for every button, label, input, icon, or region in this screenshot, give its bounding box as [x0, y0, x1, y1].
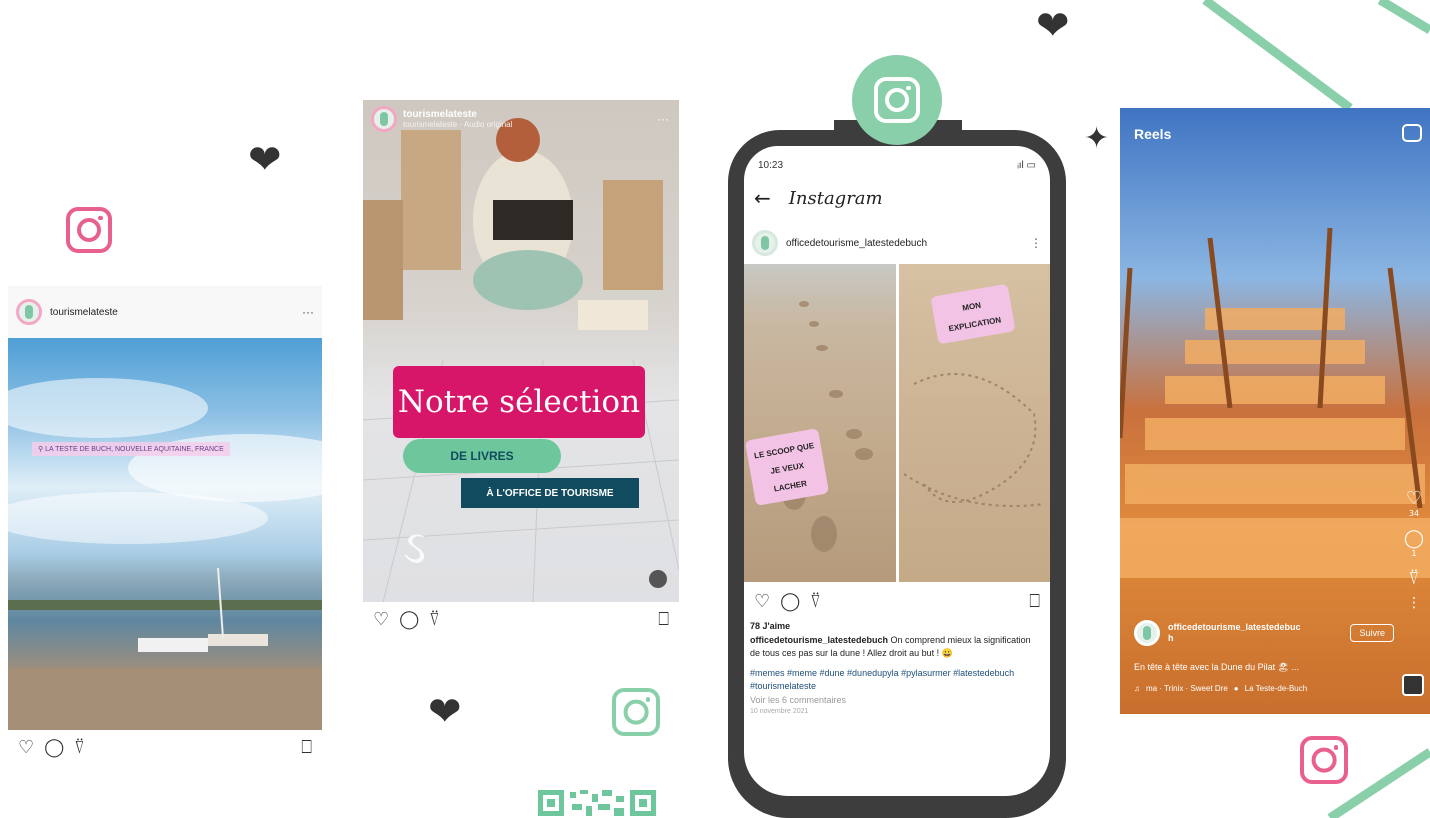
- volume-icon[interactable]: [649, 570, 667, 588]
- instagram-post-card: tourismelateste ··· ⚲ LA TESTE DE BUCH, …: [8, 286, 322, 764]
- like-icon[interactable]: ♡: [1402, 488, 1426, 509]
- location-pin-icon: ●: [1233, 684, 1239, 693]
- story-photo: tourismelateste tourismelateste · Audio …: [363, 100, 679, 602]
- heart-icon: ❤: [428, 689, 462, 735]
- app-bar: ← Instagram: [754, 186, 883, 210]
- avatar[interactable]: [752, 230, 778, 256]
- story-subtitle: tourismelateste · Audio original: [403, 120, 513, 129]
- phone-post-username[interactable]: officedetourisme_latestedebuch: [786, 238, 927, 249]
- reel-side-actions: ♡ 34 ◯ 1 ⍢ ⋮: [1402, 488, 1426, 611]
- more-options-icon[interactable]: ⋮: [1030, 236, 1042, 250]
- comment-icon[interactable]: ◯: [780, 591, 800, 612]
- more-options-icon[interactable]: ···: [657, 112, 669, 126]
- reel-audio[interactable]: ma · Trinix · Sweet Dre: [1146, 684, 1228, 693]
- sticker-right-text: MON EXPLICATION: [947, 300, 1002, 334]
- audio-thumbnail[interactable]: [1402, 674, 1424, 696]
- reel-meta: ♫ ma · Trinix · Sweet Dre ● La Teste-de-…: [1134, 684, 1394, 693]
- phone-post-details: 78 J'aime officedetourisme_latestedebuch…: [750, 620, 1040, 718]
- reel-username[interactable]: officedetourisme_latestedebuc: [1168, 622, 1301, 633]
- like-icon[interactable]: ♡: [373, 609, 389, 630]
- location-text: LA TESTE DE BUCH, NOUVELLE AQUITAINE, FR…: [45, 446, 224, 453]
- like-count: 34: [1408, 509, 1420, 518]
- heart-icon: ❤: [1036, 3, 1070, 49]
- camera-icon[interactable]: [1402, 124, 1422, 142]
- caption-username[interactable]: officedetourisme_latestedebuch: [750, 635, 888, 645]
- story-banner-text: À L'OFFICE DE TOURISME: [486, 487, 614, 499]
- story-action-bar: ♡ ◯ ⍢ ⎕: [363, 602, 679, 636]
- story-header: tourismelateste tourismelateste · Audio …: [371, 106, 512, 132]
- phone-post-image: LE SCOOP QUE JE VEUX LACHER MON EXPLICAT…: [744, 264, 1050, 582]
- phone-post-header: officedetourisme_latestedebuch ⋮: [752, 230, 1042, 256]
- story-banner: À L'OFFICE DE TOURISME: [461, 478, 639, 508]
- phone-screen: 10:23 ᵢıl ▭ ← Instagram officedetourisme…: [744, 146, 1050, 796]
- comment-icon[interactable]: ◯: [1402, 528, 1426, 549]
- follow-button[interactable]: Suivre: [1350, 624, 1394, 642]
- story-pill-text: DE LIVRES: [450, 449, 514, 463]
- post-photo: ⚲ LA TESTE DE BUCH, NOUVELLE AQUITAINE, …: [8, 338, 322, 730]
- back-arrow-icon[interactable]: ←: [754, 186, 771, 210]
- bookmark-icon[interactable]: ⎕: [301, 737, 312, 758]
- post-date: 10 novembre 2021: [750, 708, 809, 715]
- comment-icon[interactable]: ◯: [44, 737, 64, 758]
- view-comments-link[interactable]: Voir les 6 commentaires: [750, 694, 1040, 708]
- reel-author: officedetourisme_latestedebuc h Suivre: [1134, 620, 1394, 646]
- story-username[interactable]: tourismelateste: [403, 109, 512, 120]
- share-icon[interactable]: ⍢: [74, 737, 85, 758]
- instagram-reel: Reels ♡ 34 ◯ 1 ⍢ ⋮ officedetourisme_late…: [1120, 108, 1430, 714]
- app-title: Instagram: [788, 187, 883, 209]
- reel-location[interactable]: La Teste-de-Buch: [1245, 684, 1308, 693]
- music-icon: ♫: [1134, 684, 1140, 693]
- caption: officedetourisme_latestedebuch On compre…: [750, 634, 1040, 661]
- avatar[interactable]: [16, 299, 42, 325]
- instagram-story-card: tourismelateste tourismelateste · Audio …: [363, 100, 679, 638]
- like-icon[interactable]: ♡: [18, 737, 34, 758]
- instagram-icon: [66, 207, 112, 253]
- story-title-banner: Notre sélection: [393, 366, 645, 438]
- reel-caption[interactable]: En tête à tête avec la Dune du Pilat 🏖 .…: [1134, 662, 1394, 673]
- status-bar: 10:23 ᵢıl ▭: [758, 160, 1036, 171]
- instagram-icon: [1300, 736, 1348, 784]
- like-icon[interactable]: ♡: [754, 591, 770, 612]
- sticker-left-text: LE SCOOP QUE JE VEUX LACHER: [753, 441, 815, 494]
- status-icons: ᵢıl ▭: [1017, 160, 1036, 171]
- hashtags[interactable]: #memes #meme #dune #dunedupyla #pylasurm…: [750, 667, 1040, 694]
- reels-title: Reels: [1134, 126, 1172, 142]
- instagram-badge: [852, 55, 942, 145]
- instagram-icon: [874, 77, 920, 123]
- share-icon[interactable]: ⍢: [429, 609, 440, 630]
- sticker-left: LE SCOOP QUE JE VEUX LACHER: [744, 428, 830, 506]
- heart-icon: ❤: [248, 137, 282, 183]
- bookmark-icon[interactable]: ⎕: [1029, 591, 1040, 612]
- share-icon[interactable]: ⍢: [1402, 568, 1426, 589]
- instagram-icon: [612, 688, 660, 736]
- reel-username-cont: h: [1168, 633, 1174, 643]
- post-username[interactable]: tourismelateste: [50, 307, 118, 318]
- likes-count[interactable]: 78 J'aime: [750, 620, 1040, 634]
- bookmark-icon[interactable]: ⎕: [658, 609, 669, 630]
- avatar[interactable]: [371, 106, 397, 132]
- story-title: Notre sélection: [397, 384, 641, 420]
- more-options-icon[interactable]: ···: [302, 305, 314, 319]
- location-tag[interactable]: ⚲ LA TESTE DE BUCH, NOUVELLE AQUITAINE, …: [32, 442, 230, 456]
- sparkle-icon: ✦: [1084, 121, 1110, 156]
- comment-icon[interactable]: ◯: [399, 609, 419, 630]
- comment-count: 1: [1411, 549, 1417, 558]
- post-action-bar: ♡ ◯ ⍢ ⎕: [8, 730, 322, 764]
- story-pill: DE LIVRES: [403, 439, 561, 473]
- qr-code: [538, 790, 656, 816]
- status-time: 10:23: [758, 160, 784, 171]
- phone-action-bar: ♡ ◯ ⍢ ⎕: [744, 584, 1050, 618]
- seahorse-logo: ઽ: [403, 520, 426, 574]
- share-icon[interactable]: ⍢: [810, 591, 821, 612]
- more-options-icon[interactable]: ⋮: [1402, 595, 1426, 611]
- avatar[interactable]: [1134, 620, 1160, 646]
- post-header: tourismelateste ···: [8, 286, 322, 338]
